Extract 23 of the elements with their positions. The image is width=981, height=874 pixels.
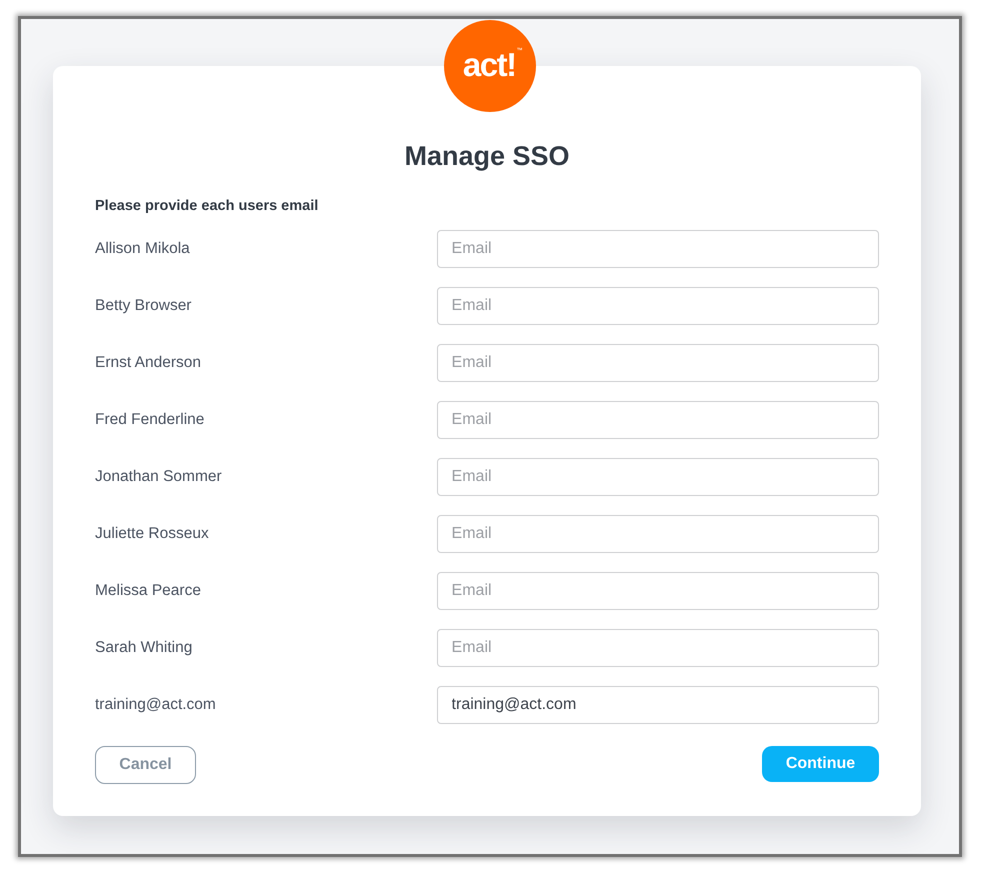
user-name: Fred Fenderline — [95, 410, 206, 430]
user-name: Ernst Anderson — [95, 353, 202, 374]
dialog-title: Manage SSO — [403, 140, 571, 173]
user-name: Juliette Rosseux — [95, 524, 210, 544]
email-field[interactable]: Email — [436, 515, 879, 553]
continue-button[interactable]: Continue — [762, 746, 879, 782]
logo-text: act!$^{™}$ — [462, 48, 522, 80]
cancel-button[interactable]: Cancel — [95, 746, 196, 784]
email-field[interactable]: Email — [436, 458, 879, 496]
user-name: Betty Browser — [95, 296, 192, 316]
user-name: Allison Mikola — [95, 239, 191, 260]
user-name: Sarah Whiting — [95, 638, 194, 658]
email-field[interactable]: Email — [436, 287, 879, 325]
instructions-text: Please provide each users email — [95, 197, 320, 216]
user-name: training@act.com — [95, 695, 217, 716]
email-field[interactable]: Email — [436, 401, 879, 439]
email-field[interactable]: Email — [436, 629, 879, 667]
email-field[interactable]: Email — [436, 344, 879, 382]
user-name: Jonathan Sommer — [95, 467, 223, 488]
email-field[interactable]: training@act.com — [436, 686, 879, 724]
email-field[interactable]: Email — [436, 572, 879, 610]
user-name: Melissa Pearce — [95, 581, 202, 602]
email-field[interactable]: Email — [436, 230, 879, 268]
